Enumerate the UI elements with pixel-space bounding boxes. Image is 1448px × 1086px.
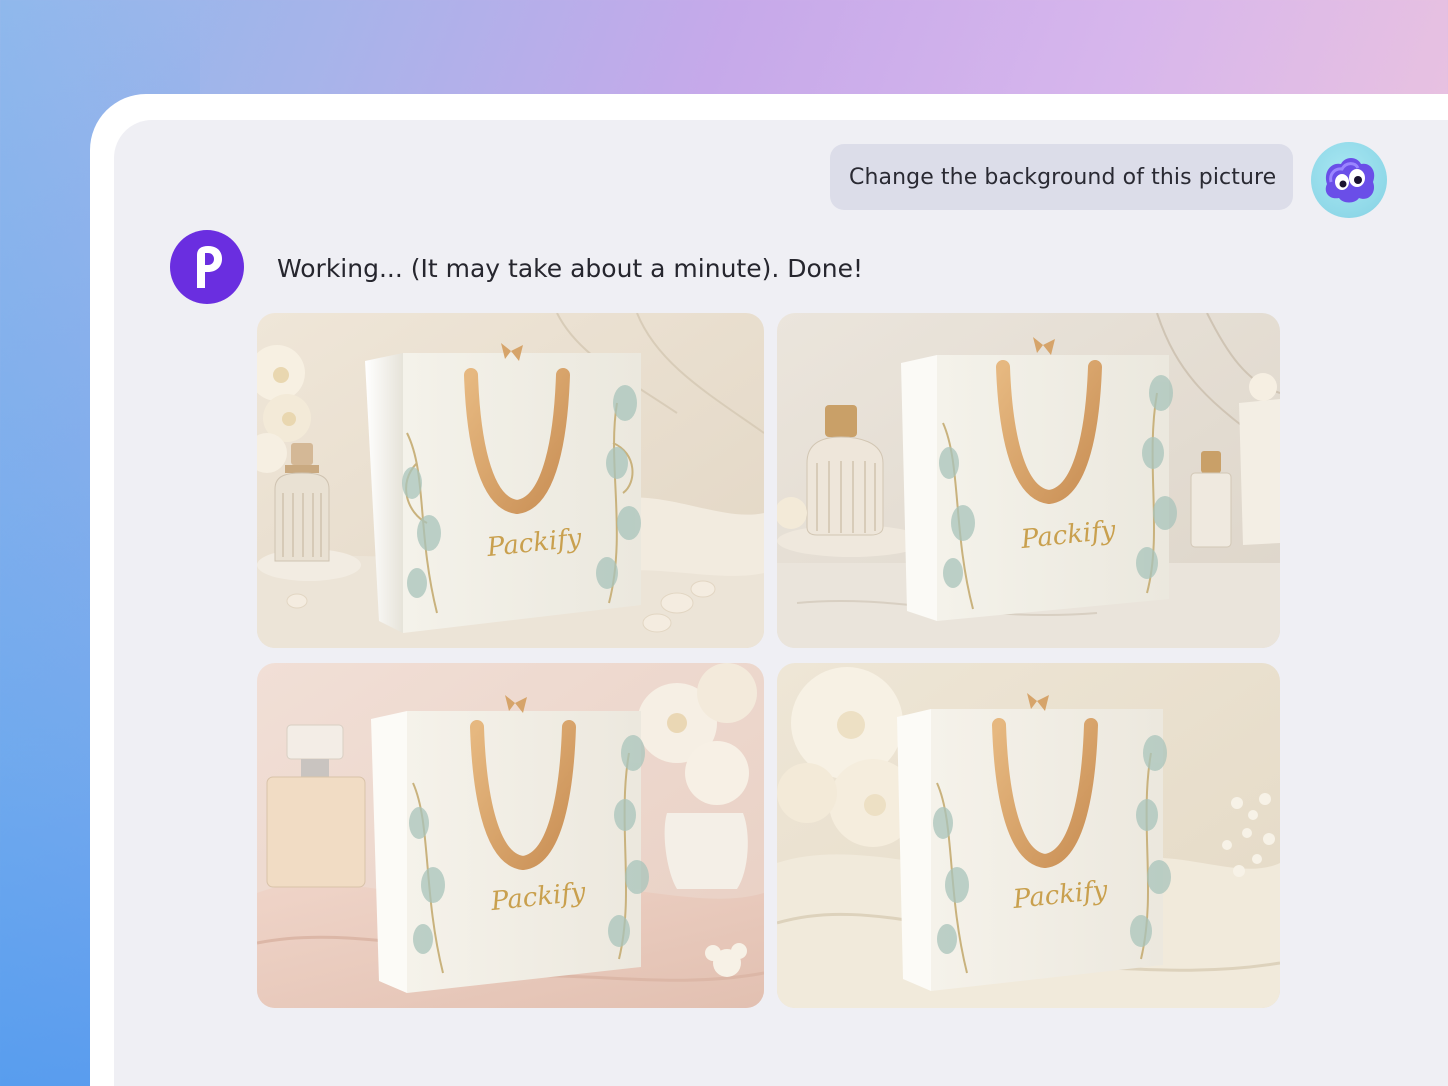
result-image-3[interactable]: Packify [257, 663, 764, 1008]
bot-avatar[interactable] [170, 230, 244, 304]
gift-bag: Packify [901, 337, 1177, 621]
user-message-bubble: Change the background of this picture [830, 144, 1293, 210]
gift-bag: Packify [897, 693, 1171, 991]
user-message-text: Change the background of this picture [849, 164, 1277, 190]
result-image-1-canvas: Packify [257, 313, 764, 648]
result-image-2-canvas: Packify [777, 313, 1280, 648]
purple-blob-character-icon [1325, 158, 1375, 203]
result-image-1[interactable]: Packify [257, 313, 764, 648]
result-image-4-canvas: Packify [777, 663, 1280, 1008]
bot-message-text: Working... (It may take about a minute).… [277, 254, 864, 283]
user-avatar[interactable] [1311, 142, 1387, 218]
gift-bag: Packify [371, 695, 649, 993]
result-image-3-canvas: Packify [257, 663, 764, 1008]
result-image-2[interactable]: Packify [777, 313, 1280, 648]
letter-p-logo-icon [197, 246, 222, 288]
gift-bag: Packify [365, 343, 641, 633]
result-image-4[interactable]: Packify [777, 663, 1280, 1008]
